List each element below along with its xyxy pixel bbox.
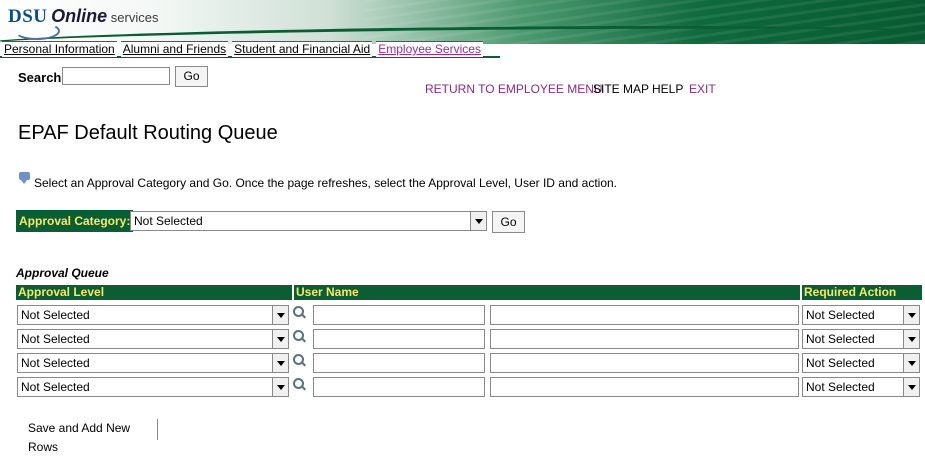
header-banner: DSU Online services bbox=[0, 0, 925, 44]
approval-level-value: Not Selected bbox=[21, 332, 90, 346]
logo-online-text: Online bbox=[51, 6, 108, 26]
user-id-field[interactable] bbox=[313, 329, 485, 349]
chevron-down-icon[interactable] bbox=[903, 306, 919, 324]
logo-services-text: services bbox=[110, 10, 159, 25]
approval-level-select[interactable]: Not Selected bbox=[17, 305, 289, 325]
info-comment-icon bbox=[19, 172, 30, 184]
user-name-field[interactable] bbox=[490, 377, 799, 397]
required-action-value: Not Selected bbox=[806, 380, 875, 394]
approval-category-go-button[interactable]: Go bbox=[492, 211, 525, 233]
tab-personal-information[interactable]: Personal Information bbox=[2, 41, 117, 57]
tab-employee-services[interactable]: Employee Services bbox=[376, 41, 483, 57]
user-name-field[interactable] bbox=[490, 329, 799, 349]
search-go-button[interactable]: Go bbox=[175, 66, 208, 87]
tab-student-and-financial-aid[interactable]: Student and Financial Aid bbox=[232, 41, 373, 57]
user-name-header: User Name bbox=[294, 285, 800, 300]
search-label: Search bbox=[18, 70, 62, 85]
main-tabs: Personal Information Alumni and Friends … bbox=[0, 40, 925, 58]
user-id-field[interactable] bbox=[313, 377, 485, 397]
save-and-add-new-rows-button[interactable]: Save and Add New Rows bbox=[18, 419, 158, 454]
chevron-down-icon[interactable] bbox=[272, 330, 288, 348]
search-icon[interactable] bbox=[293, 354, 306, 367]
search-icon[interactable] bbox=[293, 330, 306, 343]
site-map-link[interactable]: SITE MAP bbox=[593, 82, 649, 96]
required-action-select[interactable]: Not Selected bbox=[802, 353, 920, 373]
search-icon[interactable] bbox=[293, 378, 306, 391]
chevron-down-icon[interactable] bbox=[903, 378, 919, 396]
exit-link[interactable]: EXIT bbox=[689, 82, 716, 96]
approval-category-select[interactable]: Not Selected bbox=[130, 211, 487, 231]
user-id-field[interactable] bbox=[313, 305, 485, 325]
approval-level-select[interactable]: Not Selected bbox=[17, 353, 289, 373]
page-title: EPAF Default Routing Queue bbox=[18, 122, 278, 144]
required-action-select[interactable]: Not Selected bbox=[802, 377, 920, 397]
required-action-select[interactable]: Not Selected bbox=[802, 305, 920, 325]
help-link[interactable]: HELP bbox=[652, 82, 683, 96]
required-action-select[interactable]: Not Selected bbox=[802, 329, 920, 349]
search-input[interactable] bbox=[62, 67, 170, 85]
chevron-down-icon[interactable] bbox=[470, 212, 486, 230]
required-action-value: Not Selected bbox=[806, 332, 875, 346]
chevron-down-icon[interactable] bbox=[903, 354, 919, 372]
required-action-value: Not Selected bbox=[806, 356, 875, 370]
chevron-down-icon[interactable] bbox=[272, 306, 288, 324]
chevron-down-icon[interactable] bbox=[272, 354, 288, 372]
approval-level-select[interactable]: Not Selected bbox=[17, 329, 289, 349]
approval-category-label: Approval Category: bbox=[16, 210, 134, 232]
user-name-field[interactable] bbox=[490, 353, 799, 373]
user-name-field[interactable] bbox=[490, 305, 799, 325]
approval-level-header: Approval Level bbox=[16, 285, 292, 300]
approval-queue-caption: Approval Queue bbox=[16, 266, 109, 280]
approval-level-value: Not Selected bbox=[21, 380, 90, 394]
approval-level-value: Not Selected bbox=[21, 308, 90, 322]
approval-category-value: Not Selected bbox=[134, 214, 203, 228]
return-to-employee-menu-link[interactable]: RETURN TO EMPLOYEE MENU bbox=[425, 82, 603, 96]
chevron-down-icon[interactable] bbox=[272, 378, 288, 396]
approval-level-value: Not Selected bbox=[21, 356, 90, 370]
info-text: Select an Approval Category and Go. Once… bbox=[34, 176, 618, 190]
user-id-field[interactable] bbox=[313, 353, 485, 373]
required-action-header: Required Action bbox=[802, 285, 922, 300]
logo-swoosh-icon bbox=[14, 22, 60, 40]
required-action-value: Not Selected bbox=[806, 308, 875, 322]
tab-alumni-and-friends[interactable]: Alumni and Friends bbox=[120, 41, 229, 57]
chevron-down-icon[interactable] bbox=[903, 330, 919, 348]
search-icon[interactable] bbox=[293, 306, 306, 319]
approval-level-select[interactable]: Not Selected bbox=[17, 377, 289, 397]
